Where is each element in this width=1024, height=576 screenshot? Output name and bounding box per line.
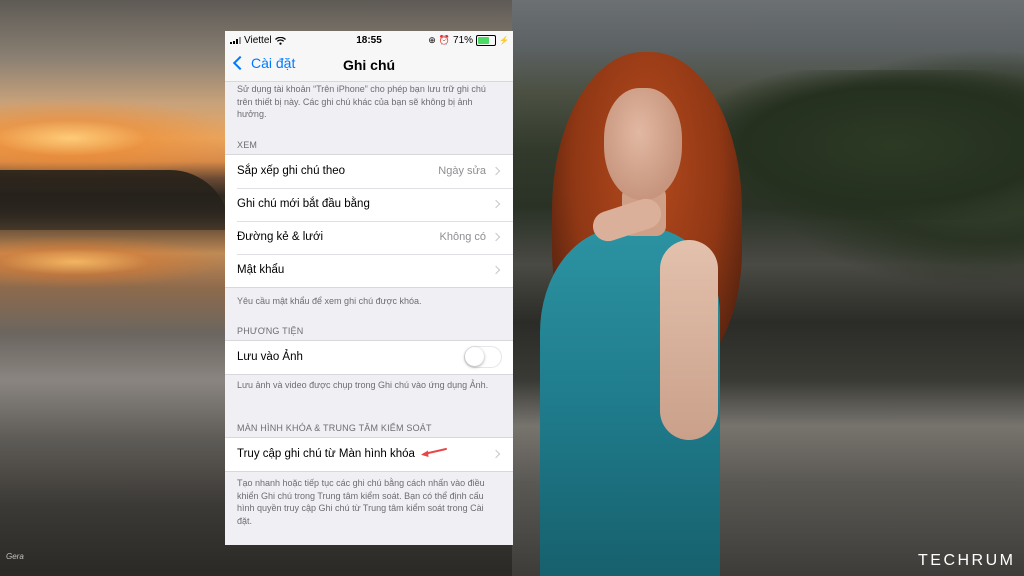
xem-settings-group: Sắp xếp ghi chú theo Ngày sửa Ghi chú mớ…	[225, 154, 513, 288]
row-password[interactable]: Mật khẩu	[225, 254, 513, 287]
photographer-signature: Gera	[6, 552, 24, 561]
chevron-right-icon	[491, 199, 501, 209]
battery-icon	[476, 35, 497, 46]
woman-face	[604, 88, 682, 200]
battery-percent: 71%	[453, 35, 474, 46]
row-label: Truy cập ghi chú từ Màn hình khóa	[237, 448, 415, 460]
row-label: Đường kẻ & lưới	[237, 231, 324, 243]
toggle-knob	[465, 347, 484, 366]
chevron-right-icon	[491, 166, 501, 176]
chevron-right-icon	[491, 449, 501, 459]
rotation-lock-icon: ⊕	[428, 35, 436, 45]
iphone-settings-screen: Viettel 18:55 ⊕ ⏰ 71% ⚡ Cài đặt Ghi chú …	[225, 31, 513, 545]
navigation-bar: Cài đặt Ghi chú	[225, 49, 513, 82]
red-arrow-annotation	[421, 448, 447, 457]
row-sort-notes[interactable]: Sắp xếp ghi chú theo Ngày sửa	[225, 155, 513, 188]
row-access-from-lock-screen[interactable]: Truy cập ghi chú từ Màn hình khóa	[225, 438, 513, 471]
lock-footer: Tạo nhanh hoặc tiếp tục các ghi chú bằng…	[237, 478, 485, 526]
page-title: Ghi chú	[342, 57, 396, 73]
section-header-lock-screen: MÀN HÌNH KHÓA & TRUNG TÂM KIỂM SOÁT	[237, 423, 432, 433]
media-footer: Lưu ảnh và video được chụp trong Ghi chú…	[237, 380, 489, 390]
techrum-logo: TECHRUM	[918, 552, 1016, 569]
account-note: Sử dụng tài khoản “Trên iPhone” cho phép…	[237, 84, 486, 119]
battery-level-fill	[478, 37, 490, 44]
background-hills	[0, 170, 230, 230]
chevron-right-icon	[491, 265, 501, 275]
row-label: Ghi chú mới bắt đầu bằng	[237, 198, 370, 210]
section-header-xem: XEM	[237, 140, 258, 150]
chevron-right-icon	[491, 232, 501, 242]
password-footer: Yêu cầu mật khẩu để xem ghi chú được khó…	[237, 296, 422, 306]
section-header-media: PHƯƠNG TIỆN	[237, 326, 304, 336]
save-to-photos-toggle[interactable]	[464, 346, 502, 368]
row-label: Lưu vào Ảnh	[237, 351, 303, 363]
lock-settings-group: Truy cập ghi chú từ Màn hình khóa	[225, 437, 513, 472]
row-label: Mật khẩu	[237, 264, 285, 276]
status-bar: Viettel 18:55 ⊕ ⏰ 71% ⚡	[225, 31, 513, 49]
alarm-icon: ⏰	[438, 35, 451, 45]
media-settings-group: Lưu vào Ảnh	[225, 340, 513, 375]
row-lines-grids[interactable]: Đường kẻ & lưới Không có	[225, 221, 513, 254]
row-save-to-photos: Lưu vào Ảnh	[225, 341, 513, 374]
row-label: Sắp xếp ghi chú theo	[237, 165, 346, 177]
row-value: Không có	[439, 231, 486, 243]
background-trees	[700, 70, 1024, 220]
woman-arm	[660, 240, 718, 440]
row-value: Ngày sửa	[438, 165, 486, 177]
charging-icon: ⚡	[499, 36, 509, 45]
row-new-notes-start-with[interactable]: Ghi chú mới bắt đầu bằng	[225, 188, 513, 221]
